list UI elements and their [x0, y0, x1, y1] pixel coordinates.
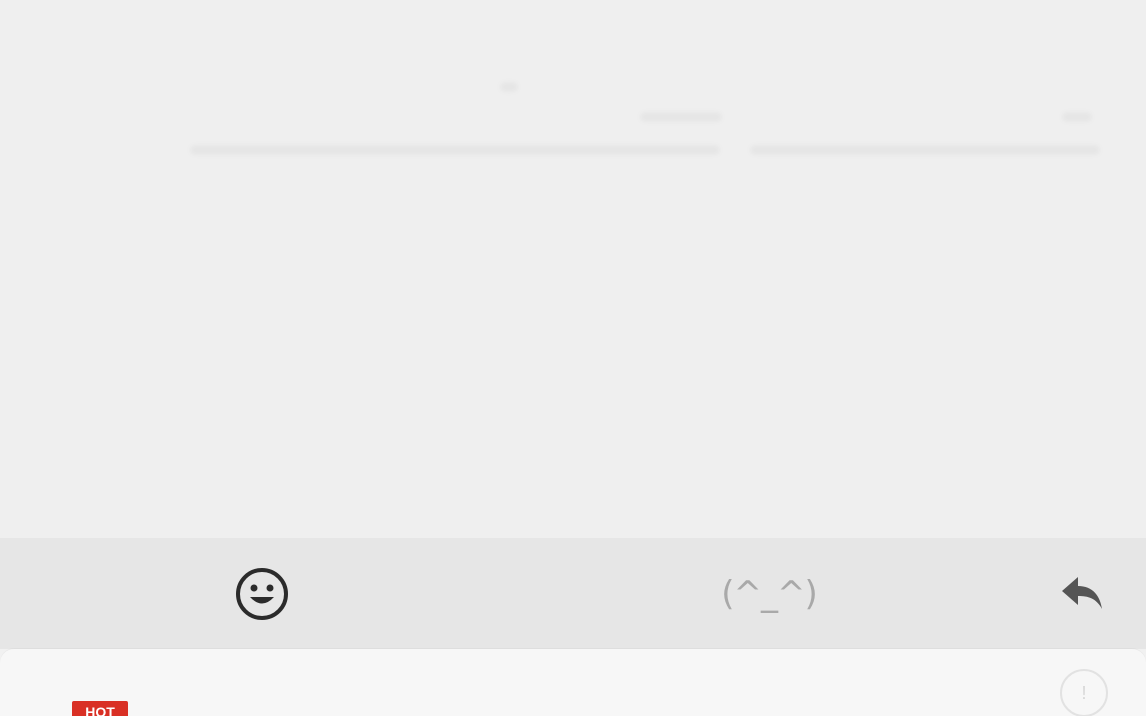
back-button[interactable] [1050, 564, 1114, 624]
faint-text-line [190, 145, 720, 155]
smiley-face-icon [236, 568, 288, 620]
faint-text-line [750, 145, 1100, 155]
content-area [0, 0, 1146, 538]
emoji-tab-button[interactable] [226, 564, 298, 624]
reply-arrow-icon [1062, 577, 1102, 609]
emoji-keyboard-screen: (^_^) HOT ! [0, 0, 1146, 716]
faint-text-line [1062, 112, 1092, 122]
info-button[interactable]: ! [1060, 669, 1108, 716]
faint-text-line [500, 82, 518, 92]
info-icon: ! [1081, 682, 1087, 703]
keyboard-toolbar: (^_^) [0, 538, 1146, 649]
faint-text-line [640, 112, 722, 122]
hot-badge: HOT [72, 701, 128, 716]
kaomoji-label: (^_^) [721, 574, 818, 614]
sticker-panel: HOT ! [0, 649, 1146, 716]
kaomoji-tab-button[interactable]: (^_^) [721, 564, 818, 624]
